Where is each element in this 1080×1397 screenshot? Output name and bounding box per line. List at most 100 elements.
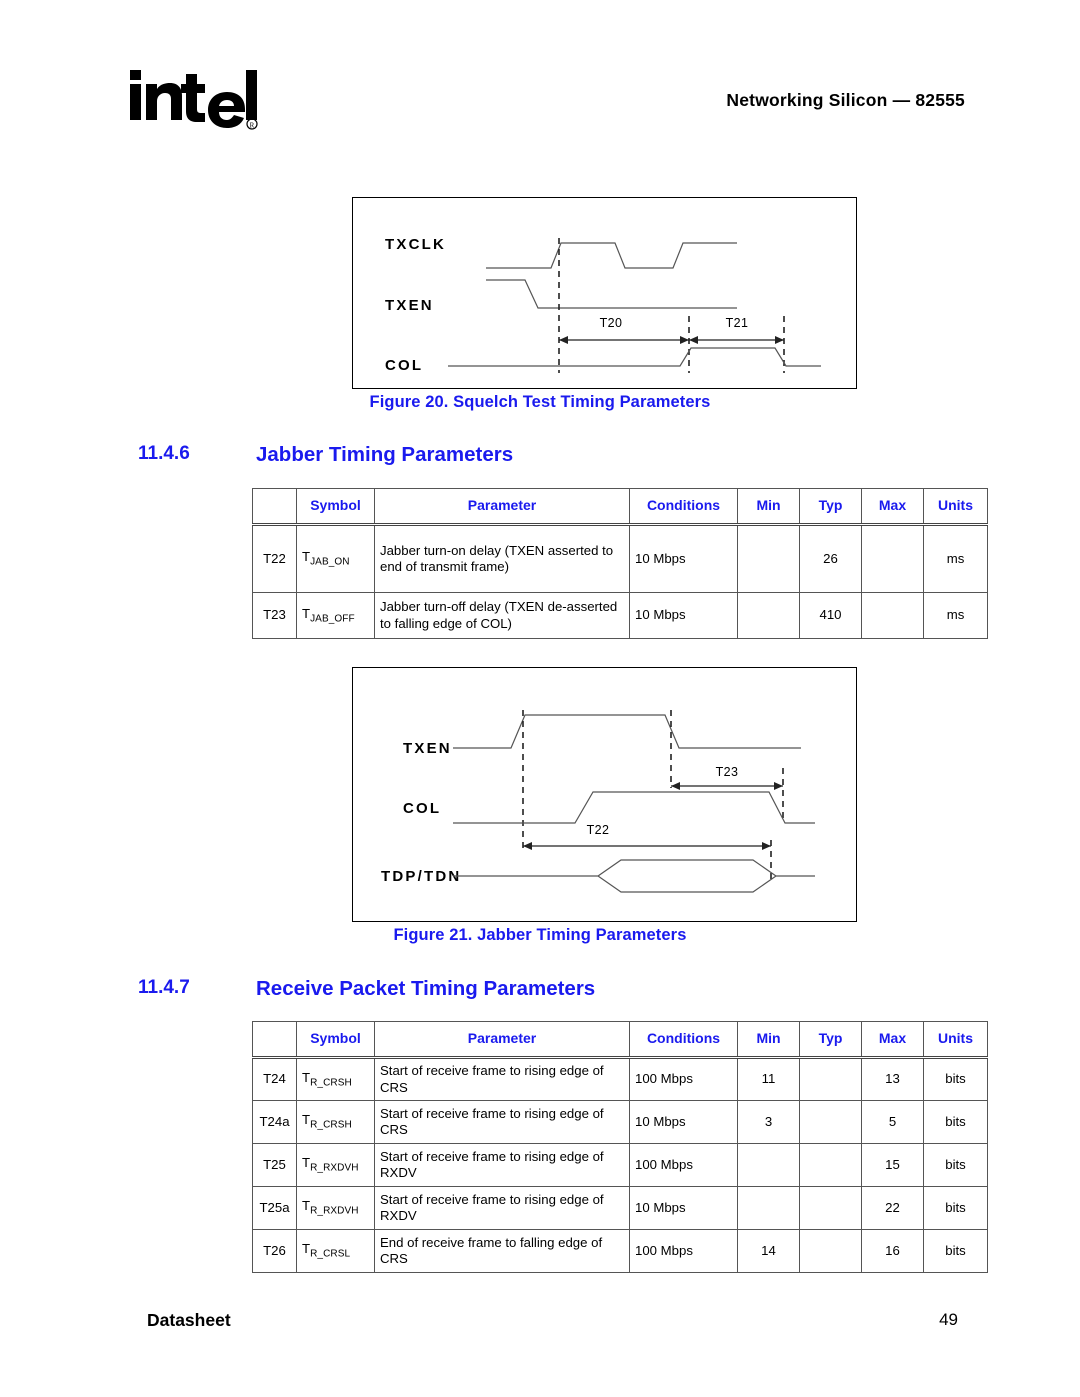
row-typ: 26 [799, 524, 862, 593]
jabber-timing-table: Symbol Parameter Conditions Min Typ Max … [252, 488, 988, 639]
col-header-parameter: Parameter [374, 1021, 630, 1059]
symbol-base: T [302, 1069, 311, 1085]
time-marker-t22: T22 [587, 823, 610, 837]
table-row: T25a TR_RXDVH Start of receive frame to … [252, 1186, 988, 1230]
col-header-symbol: Symbol [296, 488, 375, 526]
col-header-typ: Typ [799, 1021, 862, 1059]
section-number: 11.4.7 [138, 977, 190, 998]
row-symbol: TR_CRSL [296, 1229, 375, 1273]
row-min [737, 1186, 800, 1230]
col-header-max: Max [861, 1021, 924, 1059]
figure-21-caption: Figure 21. Jabber Timing Parameters [393, 926, 687, 944]
col-header-max: Max [861, 488, 924, 526]
signal-label-tdp-tdn: TDP/TDN [381, 868, 461, 885]
row-id: T25a [252, 1186, 297, 1230]
row-min: 11 [737, 1057, 800, 1101]
row-typ [799, 1143, 862, 1187]
row-conditions: 100 Mbps [629, 1229, 738, 1273]
row-parameter: Jabber turn-off delay (TXEN de-asserted … [374, 592, 630, 639]
symbol-base: T [302, 1155, 311, 1171]
symbol-base: T [302, 1241, 311, 1257]
row-max: 22 [861, 1186, 924, 1230]
row-id: T24 [252, 1057, 297, 1101]
symbol-subscript: R_RXDVH [310, 1205, 359, 1217]
table-header-row: Symbol Parameter Conditions Min Typ Max … [252, 488, 988, 526]
symbol-subscript: JAB_ON [310, 556, 350, 568]
row-typ [799, 1057, 862, 1101]
figure-20-diagram: TXCLK TXEN T20 T21 COL [352, 197, 857, 389]
section-title: Jabber Timing Parameters [256, 443, 514, 466]
table-header-row: Symbol Parameter Conditions Min Typ Max … [252, 1021, 988, 1059]
table-row: T24 TR_CRSH Start of receive frame to ri… [252, 1057, 988, 1101]
table-row: T24a TR_CRSH Start of receive frame to r… [252, 1100, 988, 1144]
row-typ [799, 1100, 862, 1144]
symbol-base: T [302, 549, 311, 565]
row-typ [799, 1186, 862, 1230]
row-max: 16 [861, 1229, 924, 1273]
page-header: R Networking Silicon — 82555 [0, 0, 1080, 150]
section-heading-11-4-6: 11.4.6 Jabber Timing Parameters [138, 443, 838, 471]
col-header-blank [252, 488, 297, 526]
figure-20-caption: Figure 20. Squelch Test Timing Parameter… [369, 393, 711, 411]
row-conditions: 100 Mbps [629, 1143, 738, 1187]
table-row: T22 TJAB_ON Jabber turn-on delay (TXEN a… [252, 524, 988, 593]
row-parameter: Start of receive frame to rising edge of… [374, 1100, 630, 1144]
row-symbol: TR_CRSH [296, 1100, 375, 1144]
row-id: T22 [252, 524, 297, 593]
table-row: T26 TR_CRSL End of receive frame to fall… [252, 1229, 988, 1273]
row-id: T26 [252, 1229, 297, 1273]
row-parameter: Start of receive frame to rising edge of… [374, 1057, 630, 1101]
signal-label-txen: TXEN [385, 297, 434, 314]
col-header-symbol: Symbol [296, 1021, 375, 1059]
intel-logo: R [128, 68, 258, 130]
signal-label-txclk: TXCLK [385, 236, 446, 253]
row-min [737, 524, 800, 593]
footer-page-number: 49 [939, 1310, 958, 1329]
row-symbol: TR_CRSH [296, 1057, 375, 1101]
receive-packet-table-body: T24 TR_CRSH Start of receive frame to ri… [252, 1057, 988, 1273]
row-conditions: 10 Mbps [629, 592, 738, 639]
symbol-base: T [302, 1198, 311, 1214]
figure-21-diagram: TXEN T23 COL T22 TDP/TDN [352, 667, 857, 922]
row-min: 3 [737, 1100, 800, 1144]
symbol-subscript: R_RXDVH [310, 1162, 359, 1174]
row-min [737, 592, 800, 639]
row-units: bits [923, 1229, 988, 1273]
receive-packet-timing-table: Symbol Parameter Conditions Min Typ Max … [252, 1021, 988, 1273]
table-row: T23 TJAB_OFF Jabber turn-off delay (TXEN… [252, 592, 988, 639]
row-parameter: End of receive frame to falling edge of … [374, 1229, 630, 1273]
symbol-subscript: R_CRSH [310, 1077, 352, 1089]
row-conditions: 100 Mbps [629, 1057, 738, 1101]
footer-label: Datasheet [147, 1310, 231, 1330]
col-header-min: Min [737, 1021, 800, 1059]
jabber-table-body: T22 TJAB_ON Jabber turn-on delay (TXEN a… [252, 524, 988, 639]
symbol-base: T [302, 605, 311, 621]
row-parameter: Start of receive frame to rising edge of… [374, 1143, 630, 1187]
row-units: bits [923, 1100, 988, 1144]
row-parameter: Jabber turn-on delay (TXEN asserted to e… [374, 524, 630, 593]
symbol-subscript: R_CRSH [310, 1119, 352, 1131]
row-units: ms [923, 524, 988, 593]
signal-label-col: COL [385, 357, 423, 374]
row-conditions: 10 Mbps [629, 524, 738, 593]
col-header-parameter: Parameter [374, 488, 630, 526]
row-max [861, 524, 924, 593]
col-header-units: Units [923, 1021, 988, 1059]
section-title: Receive Packet Timing Parameters [256, 977, 596, 1000]
row-min: 14 [737, 1229, 800, 1273]
section-heading-11-4-7: 11.4.7 Receive Packet Timing Parameters [138, 977, 838, 1005]
col-header-blank [252, 1021, 297, 1059]
signal-label-txen: TXEN [403, 740, 452, 757]
row-id: T24a [252, 1100, 297, 1144]
symbol-subscript: R_CRSL [310, 1248, 351, 1260]
row-symbol: TR_RXDVH [296, 1143, 375, 1187]
time-marker-t23: T23 [716, 765, 739, 779]
table-row: T25 TR_RXDVH Start of receive frame to r… [252, 1143, 988, 1187]
row-parameter: Start of receive frame to rising edge of… [374, 1186, 630, 1230]
symbol-base: T [302, 1112, 311, 1128]
col-header-min: Min [737, 488, 800, 526]
time-marker-t20: T20 [600, 316, 623, 330]
col-header-conditions: Conditions [629, 488, 738, 526]
col-header-conditions: Conditions [629, 1021, 738, 1059]
col-header-typ: Typ [799, 488, 862, 526]
